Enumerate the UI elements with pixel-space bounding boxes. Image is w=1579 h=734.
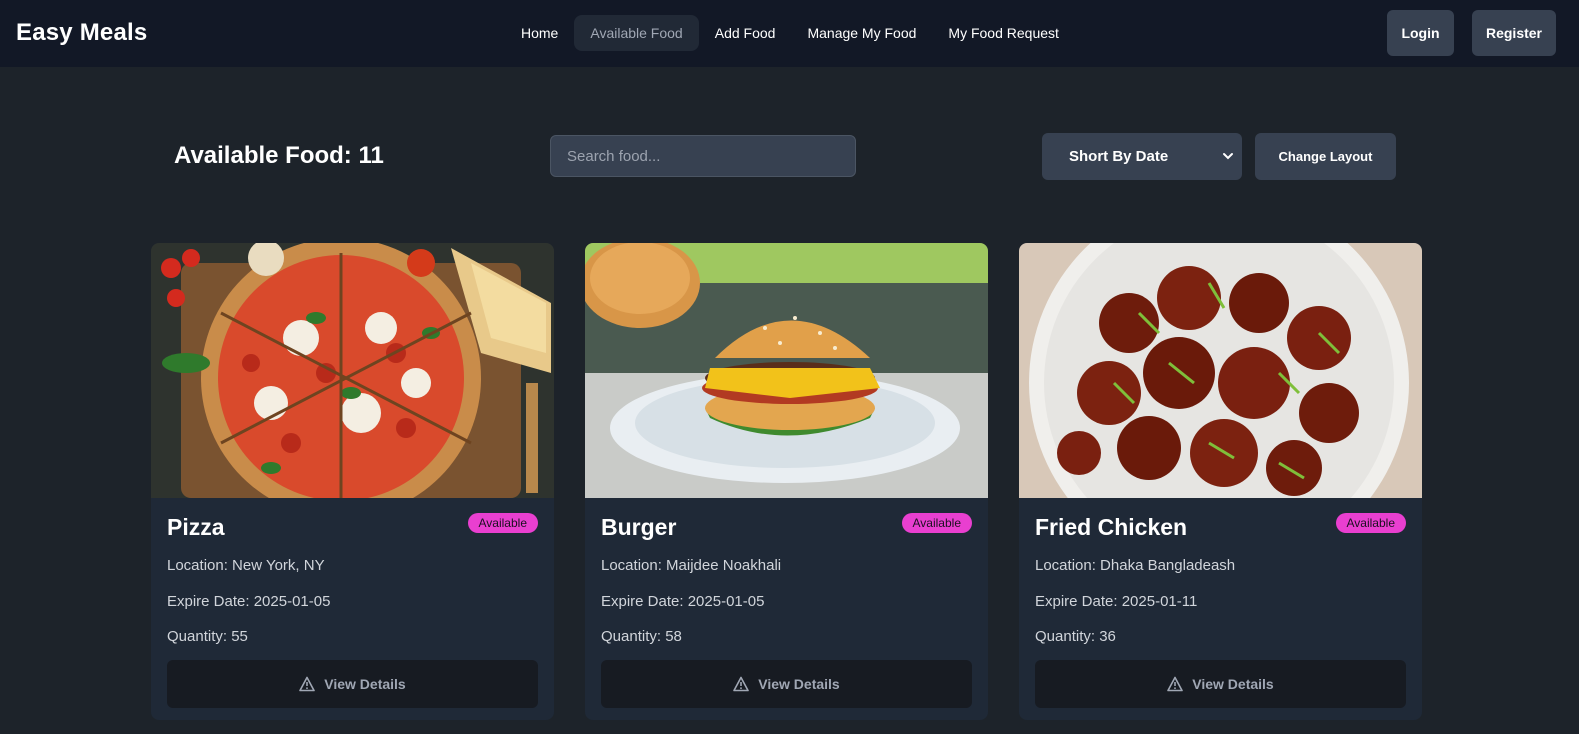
food-card: Burger Available Location: Maijdee Noakh…: [585, 243, 988, 720]
food-expire-date: Expire Date: 2025-01-11: [1035, 593, 1198, 610]
nav-available-food[interactable]: Available Food: [574, 15, 699, 51]
view-details-label: View Details: [758, 676, 840, 692]
sort-select-value: Short By Date: [1069, 148, 1169, 165]
status-badge: Available: [467, 513, 538, 533]
warning-icon: [1167, 676, 1184, 692]
login-button[interactable]: Login: [1387, 10, 1454, 56]
food-location: Location: Dhaka Bangladeash: [1035, 557, 1236, 574]
food-name: Pizza: [167, 514, 225, 540]
nav-home[interactable]: Home: [505, 15, 574, 51]
view-details-label: View Details: [1192, 676, 1274, 692]
chevron-down-icon: [1222, 133, 1234, 200]
view-details-button[interactable]: View Details: [1035, 660, 1406, 708]
food-quantity: Quantity: 58: [601, 628, 682, 645]
food-name: Fried Chicken: [1035, 514, 1188, 540]
warning-icon: [733, 676, 750, 692]
nav-add-food[interactable]: Add Food: [699, 15, 792, 51]
view-details-label: View Details: [324, 676, 406, 692]
status-badge: Available: [901, 513, 972, 533]
nav-manage-my-food[interactable]: Manage My Food: [791, 15, 932, 51]
brand-logo[interactable]: Easy Meals: [16, 19, 147, 47]
register-button[interactable]: Register: [1472, 10, 1556, 56]
top-navbar: Easy Meals Home Available Food Add Food …: [0, 0, 1579, 67]
food-quantity: Quantity: 36: [1035, 628, 1116, 645]
fried-chicken-photo: [1019, 243, 1422, 498]
pizza-photo: [151, 243, 554, 498]
status-badge: Available: [1335, 513, 1406, 533]
food-quantity: Quantity: 55: [167, 628, 248, 645]
view-details-button[interactable]: View Details: [601, 660, 972, 708]
page-title: Available Food: 11: [174, 142, 384, 169]
search-input[interactable]: [550, 135, 856, 177]
food-location: Location: Maijdee Noakhali: [601, 557, 782, 574]
change-layout-button[interactable]: Change Layout: [1255, 133, 1396, 180]
warning-icon: [299, 676, 316, 692]
sort-select[interactable]: Short By Date: [1042, 133, 1242, 180]
food-expire-date: Expire Date: 2025-01-05: [601, 593, 765, 610]
food-name: Burger: [601, 514, 677, 540]
nav-links: Home Available Food Add Food Manage My F…: [505, 15, 1075, 51]
food-card: Fried Chicken Available Location: Dhaka …: [1019, 243, 1422, 720]
view-details-button[interactable]: View Details: [167, 660, 538, 708]
nav-my-food-request[interactable]: My Food Request: [932, 15, 1075, 51]
food-expire-date: Expire Date: 2025-01-05: [167, 593, 331, 610]
burger-photo: [585, 243, 988, 498]
food-location: Location: New York, NY: [167, 557, 325, 574]
food-card: Pizza Available Location: New York, NY E…: [151, 243, 554, 720]
